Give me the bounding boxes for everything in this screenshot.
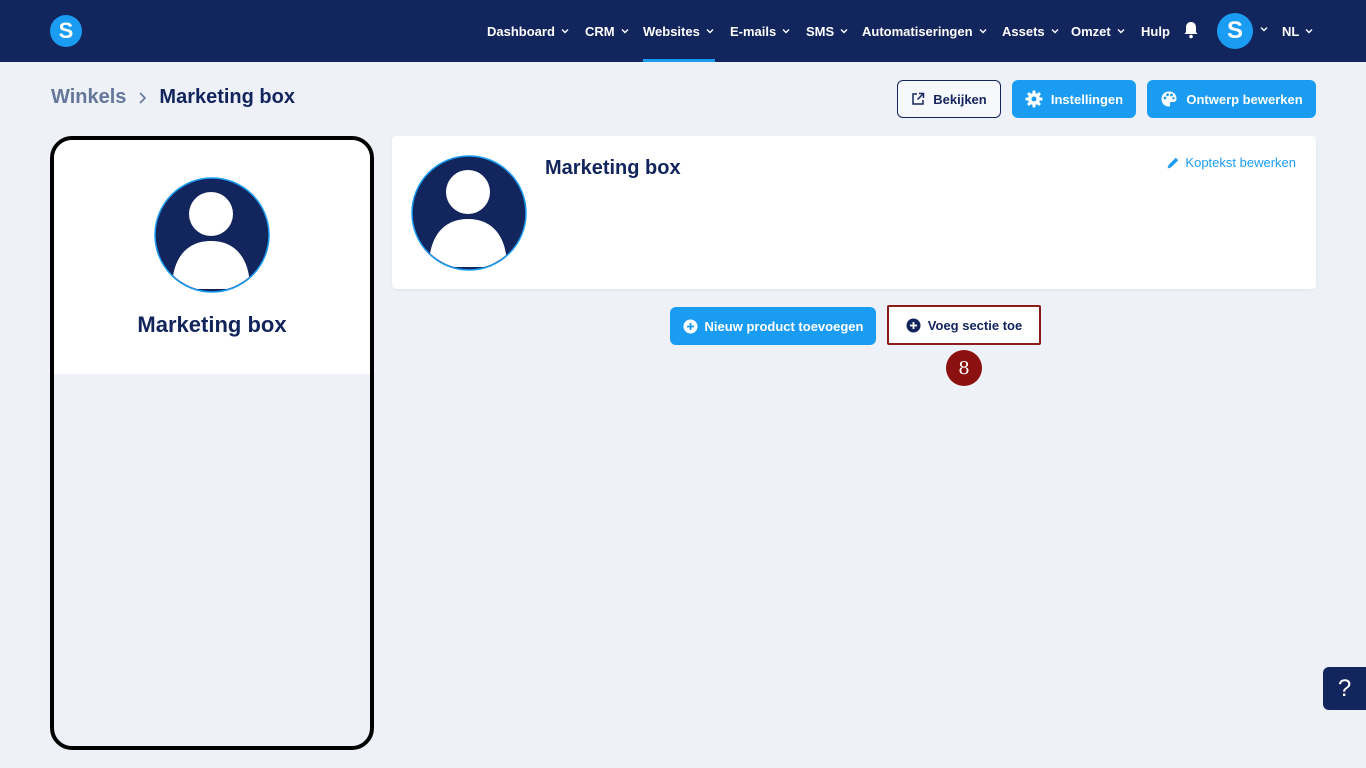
chevron-down-icon — [840, 29, 848, 34]
nav-crm[interactable]: CRM — [585, 0, 629, 62]
nav-hulp[interactable]: Hulp — [1141, 0, 1170, 62]
view-button-label: Bekijken — [933, 91, 987, 107]
chevron-down-icon — [1117, 29, 1125, 34]
nav-automatiseringen[interactable]: Automatiseringen — [862, 0, 987, 62]
add-section-label: Voeg sectie toe — [927, 317, 1023, 333]
add-product-label: Nieuw product toevoegen — [704, 318, 864, 334]
nav-hulp-label: Hulp — [1141, 23, 1170, 39]
palette-icon — [1161, 91, 1177, 107]
user-avatar[interactable]: S — [1217, 13, 1253, 49]
chevron-right-icon — [139, 91, 147, 104]
nav-dashboard[interactable]: Dashboard — [487, 0, 569, 62]
store-title: Marketing box — [545, 157, 681, 179]
mobile-preview-frame: Marketing box — [50, 136, 374, 750]
plus-circle-icon — [906, 318, 921, 332]
nav-automatiseringen-label: Automatiseringen — [862, 23, 973, 39]
nav-sms[interactable]: SMS — [806, 0, 848, 62]
nav-crm-label: CRM — [585, 23, 615, 39]
nav-dashboard-label: Dashboard — [487, 23, 555, 39]
nav-omzet[interactable]: Omzet — [1071, 0, 1125, 62]
nav-emails-label: E-mails — [730, 23, 777, 39]
language-selector[interactable]: NL — [1282, 0, 1313, 62]
edit-header-label: Koptekst bewerken — [1185, 155, 1296, 170]
mobile-preview-title: Marketing box — [137, 312, 287, 337]
edit-design-button[interactable]: Ontwerp bewerken — [1147, 80, 1316, 118]
help-button[interactable]: ? — [1323, 667, 1366, 710]
settings-button-label: Instellingen — [1050, 91, 1124, 107]
bell-icon[interactable] — [1183, 21, 1199, 39]
chevron-down-icon — [1305, 29, 1313, 34]
nav-assets[interactable]: Assets — [1002, 0, 1059, 62]
nav-omzet-label: Omzet — [1071, 23, 1111, 39]
app-logo[interactable]: S — [50, 15, 82, 47]
add-section-button[interactable]: Voeg sectie toe — [887, 305, 1041, 345]
edit-design-button-label: Ontwerp bewerken — [1186, 91, 1303, 107]
top-navigation-bar: S Dashboard CRM Websites E-mails SMS Aut… — [0, 0, 1366, 62]
chevron-down-icon — [561, 29, 569, 34]
language-label: NL — [1282, 23, 1300, 39]
gear-icon — [1025, 90, 1043, 108]
user-placeholder-icon — [411, 155, 527, 271]
breadcrumb: Winkels Marketing box — [51, 86, 295, 109]
nav-websites[interactable]: Websites — [643, 0, 715, 62]
nav-emails[interactable]: E-mails — [730, 0, 790, 62]
chevron-down-icon[interactable] — [1260, 25, 1268, 33]
settings-button[interactable]: Instellingen — [1012, 80, 1136, 118]
edit-header-link[interactable]: Koptekst bewerken — [1166, 155, 1296, 170]
mobile-preview-header: Marketing box — [54, 140, 370, 374]
nav-websites-label: Websites — [643, 23, 700, 39]
chevron-down-icon — [979, 29, 987, 34]
step-number-badge: 8 — [946, 350, 982, 386]
view-button[interactable]: Bekijken — [897, 80, 1001, 118]
nav-assets-label: Assets — [1002, 23, 1045, 39]
chevron-down-icon — [621, 29, 629, 34]
breadcrumb-current: Marketing box — [159, 86, 295, 108]
chevron-down-icon — [706, 29, 714, 34]
store-header-card: Marketing box Koptekst bewerken — [392, 136, 1316, 289]
plus-circle-icon — [683, 319, 698, 333]
external-link-icon — [912, 92, 925, 105]
add-product-button[interactable]: Nieuw product toevoegen — [670, 307, 876, 345]
nav-sms-label: SMS — [806, 23, 835, 39]
pencil-icon — [1167, 157, 1179, 168]
user-placeholder-icon — [154, 177, 270, 293]
chevron-down-icon — [1051, 29, 1059, 34]
breadcrumb-parent[interactable]: Winkels — [51, 86, 126, 109]
chevron-down-icon — [782, 29, 790, 34]
